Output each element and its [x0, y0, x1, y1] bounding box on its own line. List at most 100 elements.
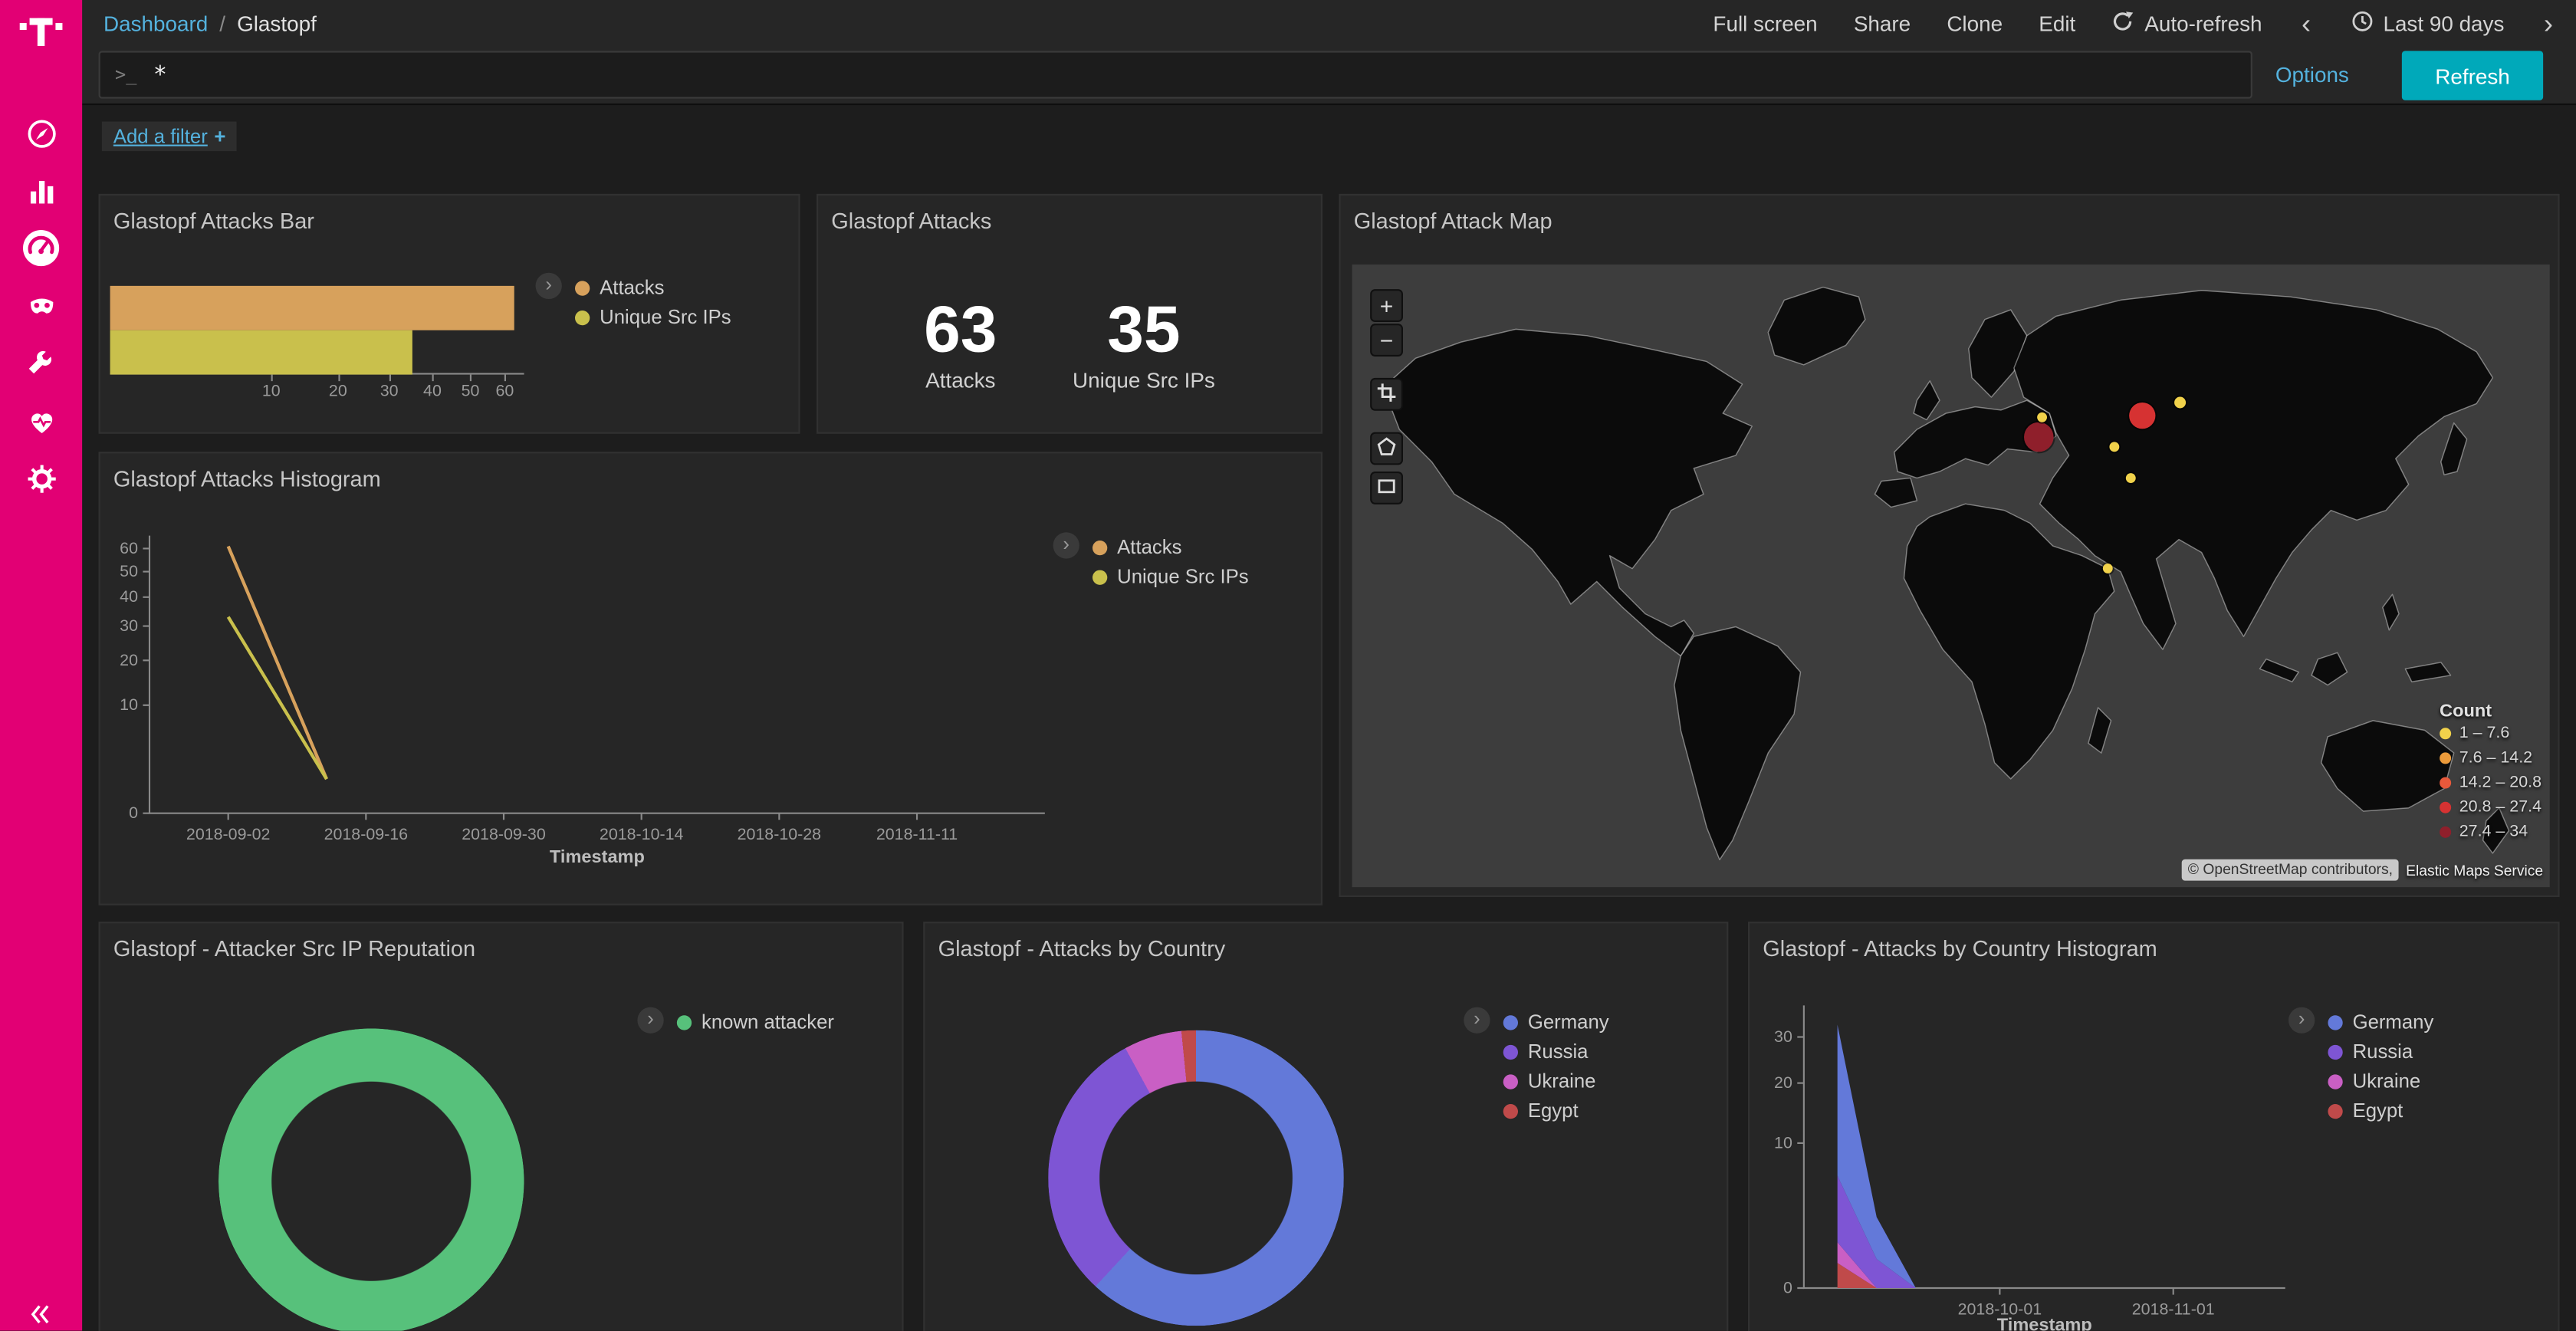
osm-attribution[interactable]: © OpenStreetMap contributors, — [2181, 859, 2399, 881]
auto-refresh-button[interactable]: Auto-refresh — [2111, 9, 2262, 37]
legend-items: GermanyRussiaUkraineEgypt — [1503, 1007, 1609, 1126]
legend-item[interactable]: Russia — [2328, 1037, 2433, 1066]
legend-range-label: 1 – 7.6 — [2459, 725, 2510, 743]
terminal-prompt-icon: >_ — [100, 64, 153, 86]
legend-color-dot — [2328, 1073, 2342, 1088]
collapse-left-icon — [28, 1302, 54, 1331]
clock-icon — [2351, 9, 2374, 37]
legend-item[interactable]: Germany — [2328, 1007, 2433, 1037]
query-options-link[interactable]: Options — [2275, 46, 2349, 105]
zoom-out-button[interactable]: − — [1370, 324, 1403, 357]
add-filter-button[interactable]: Add a filter+ — [102, 122, 238, 152]
legend-item[interactable]: Ukraine — [2328, 1066, 2433, 1096]
legend-item[interactable]: Egypt — [1503, 1096, 1609, 1126]
legend-item[interactable]: Egypt — [2328, 1096, 2433, 1126]
country-donut-chart[interactable] — [1048, 1030, 1344, 1326]
rectangle-select-button[interactable] — [1370, 472, 1403, 504]
world-map — [1352, 265, 2550, 887]
gear-icon — [25, 462, 57, 501]
sidebar-collapse-button[interactable] — [0, 1298, 82, 1331]
attacks-histogram-legend: › Attacks Unique Src IPs — [1053, 532, 1249, 591]
map-attribution: © OpenStreetMap contributors, Elastic Ma… — [2181, 859, 2543, 881]
legend-toggle-icon[interactable]: › — [1053, 532, 1079, 558]
legend-color-dot — [1503, 1103, 1518, 1118]
attack-map[interactable]: + − — [1352, 265, 2550, 887]
legend-label: Egypt — [2353, 1099, 2404, 1122]
legend-label: Attacks — [600, 276, 664, 299]
svg-text:2018-11-01: 2018-11-01 — [2132, 1300, 2215, 1318]
svg-text:Timestamp: Timestamp — [1997, 1315, 2092, 1331]
clone-button[interactable]: Clone — [1947, 11, 2003, 35]
top-nav-bar: Dashboard / Glastopf Full screen Share C… — [82, 0, 2576, 46]
legend-toggle-icon[interactable]: › — [2288, 1007, 2315, 1034]
reputation-donut-chart[interactable] — [219, 1028, 524, 1330]
share-button[interactable]: Share — [1854, 11, 1911, 35]
panel-title: Glastopf - Attacks by Country — [925, 923, 1727, 961]
sidebar-nav — [0, 108, 82, 511]
axis-tick-label: 50 — [462, 383, 480, 401]
legend-items: Attacks Unique Src IPs — [575, 273, 731, 332]
panel-attacks-bar: Glastopf Attacks Bar 102030405060 › Atta… — [99, 194, 800, 434]
sidebar-item-tools[interactable] — [0, 338, 82, 396]
legend-toggle-icon[interactable]: › — [1464, 1007, 1490, 1034]
fit-bounds-button[interactable] — [1370, 378, 1403, 411]
svg-text:50: 50 — [120, 562, 138, 580]
axis-tick-label: 30 — [380, 383, 399, 401]
country-histogram-chart[interactable]: 01020302018-10-012018-11-01Timestamp — [1750, 923, 2561, 1330]
sidebar-item-security[interactable] — [0, 281, 82, 338]
sidebar-item-discover[interactable] — [0, 108, 82, 166]
breadcrumb: Dashboard / Glastopf — [82, 11, 317, 35]
bar-chart-icon — [25, 175, 57, 214]
legend-color-dot — [1503, 1014, 1518, 1029]
time-range-picker[interactable]: Last 90 days — [2351, 9, 2505, 37]
legend-color-dot — [1503, 1073, 1518, 1088]
legend-label: Unique Src IPs — [1117, 565, 1249, 588]
legend-item[interactable]: Ukraine — [1503, 1066, 1609, 1096]
legend-item[interactable]: known attacker — [677, 1007, 834, 1037]
bar-segment — [110, 330, 412, 375]
svg-text:Timestamp: Timestamp — [550, 846, 645, 866]
map-controls: + − — [1370, 289, 1403, 506]
legend-item[interactable]: Attacks — [1092, 532, 1249, 562]
svg-text:30: 30 — [120, 616, 138, 635]
line-series — [228, 547, 327, 780]
sidebar-item-visualize[interactable] — [0, 166, 82, 223]
zoom-in-button[interactable]: + — [1370, 289, 1403, 322]
sidebar-item-dashboard[interactable] — [0, 223, 82, 281]
sidebar-item-monitoring[interactable] — [0, 396, 82, 453]
telekom-logo[interactable] — [18, 7, 64, 50]
refresh-button[interactable]: Refresh — [2402, 51, 2543, 100]
sidebar-item-management[interactable] — [0, 453, 82, 511]
legend-item[interactable]: Germany — [1503, 1007, 1609, 1037]
query-value: * — [153, 61, 167, 87]
panel-title: Glastopf Attacks — [818, 196, 1321, 233]
add-filter-label: Add a filter — [113, 125, 208, 148]
full-screen-button[interactable]: Full screen — [1713, 11, 1817, 35]
filter-bar: Add a filter+ — [82, 107, 2576, 169]
legend-color-dot — [1092, 570, 1107, 584]
legend-toggle-icon[interactable]: › — [637, 1007, 663, 1034]
legend-item[interactable]: Attacks — [575, 273, 731, 303]
map-bubble — [2037, 412, 2047, 422]
search-query-input[interactable]: >_ * — [99, 51, 2252, 98]
refresh-cycle-icon — [2111, 9, 2134, 37]
ems-attribution[interactable]: Elastic Maps Service — [2406, 862, 2543, 878]
attacks-bar-chart[interactable] — [110, 286, 524, 375]
legend-item[interactable]: Russia — [1503, 1037, 1609, 1066]
edit-button[interactable]: Edit — [2039, 11, 2075, 35]
metric-label: Unique Src IPs — [1073, 368, 1215, 393]
legend-label: Attacks — [1117, 536, 1181, 559]
legend-item[interactable]: Unique Src IPs — [1092, 562, 1249, 592]
app-sidebar — [0, 0, 82, 1331]
breadcrumb-dashboard-link[interactable]: Dashboard — [104, 11, 208, 35]
metric-value: 35 — [1073, 294, 1215, 366]
time-forward-chevron[interactable]: › — [2541, 9, 2557, 37]
legend-item[interactable]: Unique Src IPs — [575, 302, 731, 332]
time-back-chevron[interactable]: ‹ — [2298, 9, 2315, 37]
polygon-select-button[interactable] — [1370, 432, 1403, 465]
attacks-histogram-chart[interactable]: 01020304050602018-09-022018-09-162018-09… — [100, 453, 1324, 906]
metric-attacks: 63 Attacks — [924, 294, 997, 393]
legend-label: Unique Src IPs — [600, 306, 731, 329]
map-bubble — [2174, 397, 2186, 409]
legend-toggle-icon[interactable]: › — [536, 273, 562, 299]
